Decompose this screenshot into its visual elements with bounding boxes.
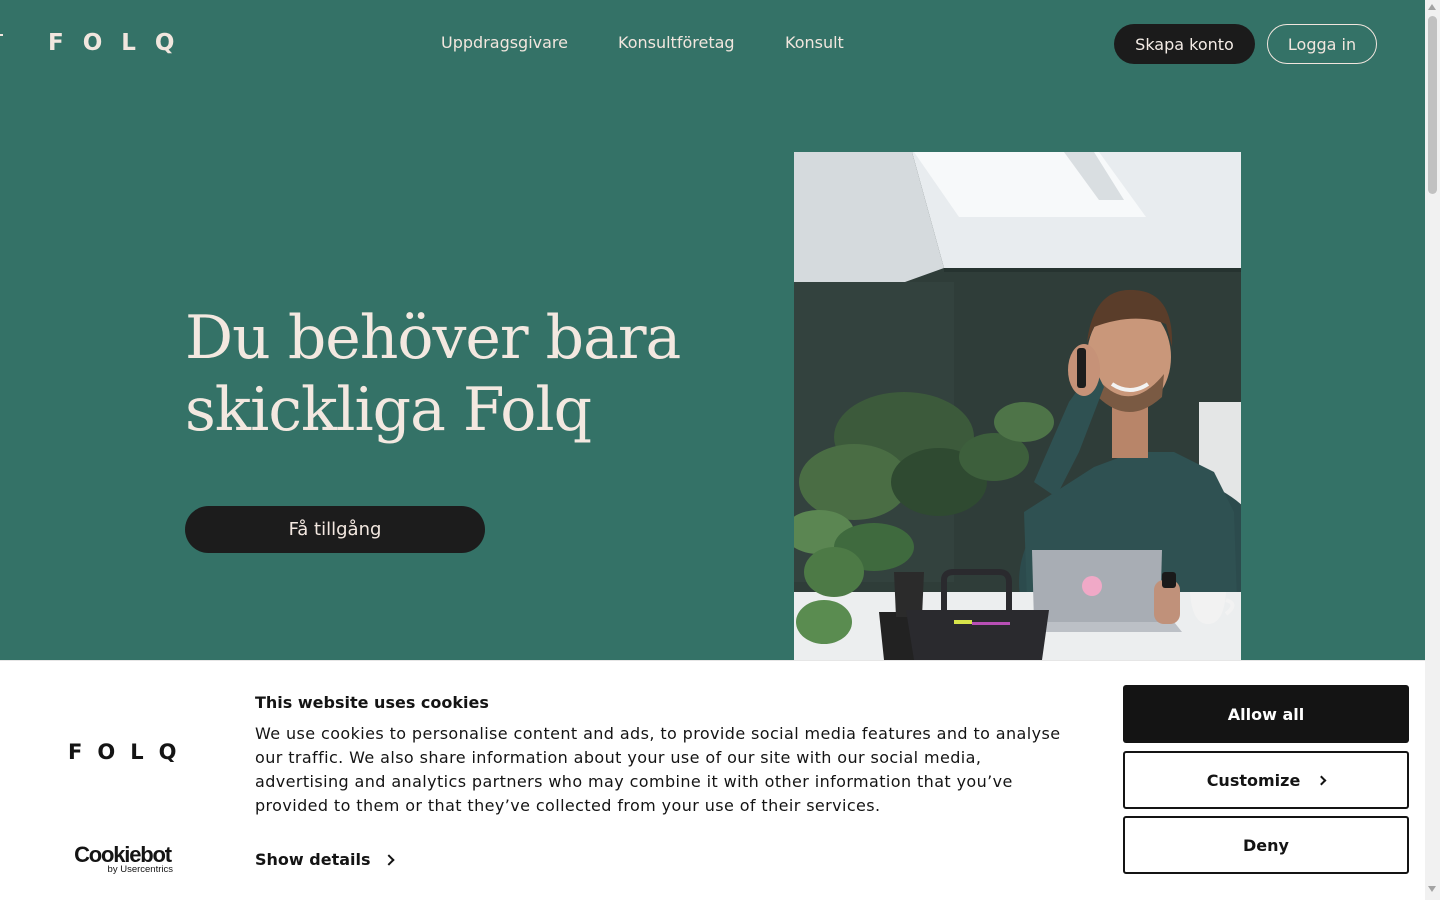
customize-label: Customize [1206,770,1301,790]
get-access-button[interactable]: Få tillgång [185,506,485,553]
cookie-banner-logo: FOLQ [68,740,191,764]
page-scrollbar[interactable] [1425,0,1440,900]
show-details-link[interactable]: Show details [255,850,395,869]
man-on-phone-at-laptop-photo [794,152,1241,660]
show-details-label: Show details [255,850,371,869]
login-button[interactable]: Logga in [1267,24,1377,64]
cookie-banner-title: This website uses cookies [255,693,489,712]
nav-item-konsultforetag[interactable]: Konsultföretag [618,33,735,52]
scroll-down-arrow-icon[interactable] [1428,886,1436,892]
chevron-right-icon [1316,775,1327,785]
nav-item-konsult[interactable]: Konsult [785,33,844,52]
customize-button[interactable]: Customize [1123,751,1409,809]
cookie-banner-logo-text: FOLQ [68,740,192,764]
chevron-right-icon [382,853,395,866]
cookiebot-logo[interactable]: Cookiebot by Usercentrics [70,843,175,876]
hero-title: Du behöver bara skickliga Folq [185,302,745,446]
cookie-banner-body: We use cookies to personalise content an… [255,724,1061,815]
hero-title-line-2: skickliga Folq [185,375,592,445]
create-account-button[interactable]: Skapa konto [1114,24,1255,64]
scroll-up-arrow-icon[interactable] [1428,4,1436,10]
nav-item-uppdragsgivare[interactable]: Uppdragsgivare [441,33,568,52]
deny-button[interactable]: Deny [1123,816,1409,874]
scroll-thumb[interactable] [1428,16,1437,194]
hero-title-line-1: Du behöver bara [185,303,681,373]
hero-photo [794,152,1241,660]
allow-all-button[interactable]: Allow all [1123,685,1409,743]
